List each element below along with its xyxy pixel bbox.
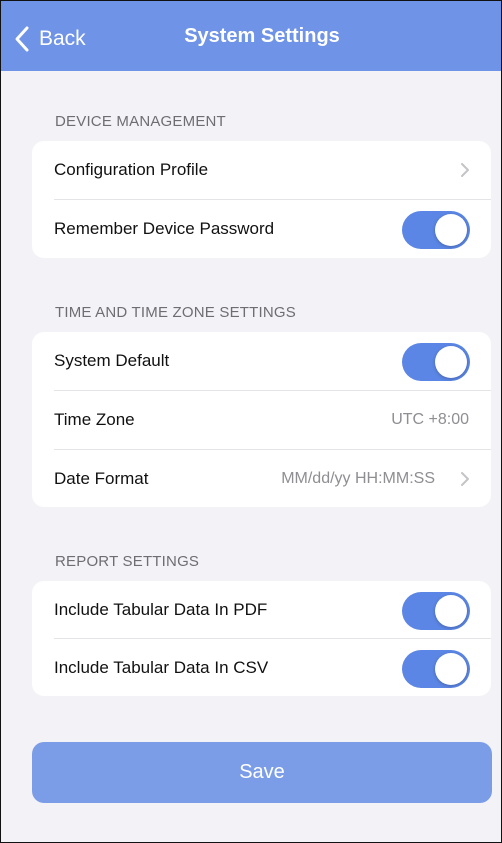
toggle-knob: [435, 653, 467, 685]
toggle-knob: [435, 346, 467, 378]
time-settings-card: System Default Time Zone UTC +8:00 Date …: [32, 332, 491, 507]
section-header-time-settings: TIME AND TIME ZONE SETTINGS: [55, 304, 296, 321]
row-label: Time Zone: [54, 410, 135, 429]
nav-bar: Back System Settings: [1, 1, 501, 71]
date-format-row[interactable]: Date Format MM/dd/yy HH:MM:SS: [32, 450, 491, 507]
date-format-value: MM/dd/yy HH:MM:SS: [281, 470, 435, 487]
toggle-knob: [435, 595, 467, 627]
row-label: System Default: [54, 351, 170, 370]
include-pdf-toggle[interactable]: [402, 592, 470, 630]
row-label: Configuration Profile: [54, 160, 209, 179]
section-header-report-settings: REPORT SETTINGS: [55, 553, 200, 570]
save-button[interactable]: Save: [32, 742, 492, 803]
system-default-row: System Default: [32, 332, 491, 390]
configuration-profile-row[interactable]: Configuration Profile: [32, 141, 491, 199]
time-zone-row[interactable]: Time Zone UTC +8:00: [32, 391, 491, 449]
device-management-card: Configuration Profile Remember Device Pa…: [32, 141, 491, 258]
row-label: Remember Device Password: [54, 219, 275, 238]
include-csv-toggle[interactable]: [402, 650, 470, 688]
chevron-right-icon: [461, 472, 469, 486]
report-settings-card: Include Tabular Data In PDF Include Tabu…: [32, 581, 491, 696]
page-title: System Settings: [184, 25, 340, 47]
system-default-toggle[interactable]: [402, 343, 470, 381]
include-csv-row: Include Tabular Data In CSV: [32, 639, 491, 696]
row-label: Date Format: [54, 469, 149, 488]
chevron-right-icon: [461, 163, 469, 177]
include-pdf-row: Include Tabular Data In PDF: [32, 581, 491, 639]
settings-screen: Back System Settings DEVICE MANAGEMENT C…: [0, 0, 502, 843]
remember-device-password-row: Remember Device Password: [32, 200, 491, 258]
toggle-knob: [435, 214, 467, 246]
row-label: Include Tabular Data In CSV: [54, 658, 269, 677]
row-label: Include Tabular Data In PDF: [54, 600, 268, 619]
section-header-device-management: DEVICE MANAGEMENT: [55, 113, 226, 130]
time-zone-value: UTC +8:00: [391, 411, 469, 428]
remember-device-password-toggle[interactable]: [402, 211, 470, 249]
